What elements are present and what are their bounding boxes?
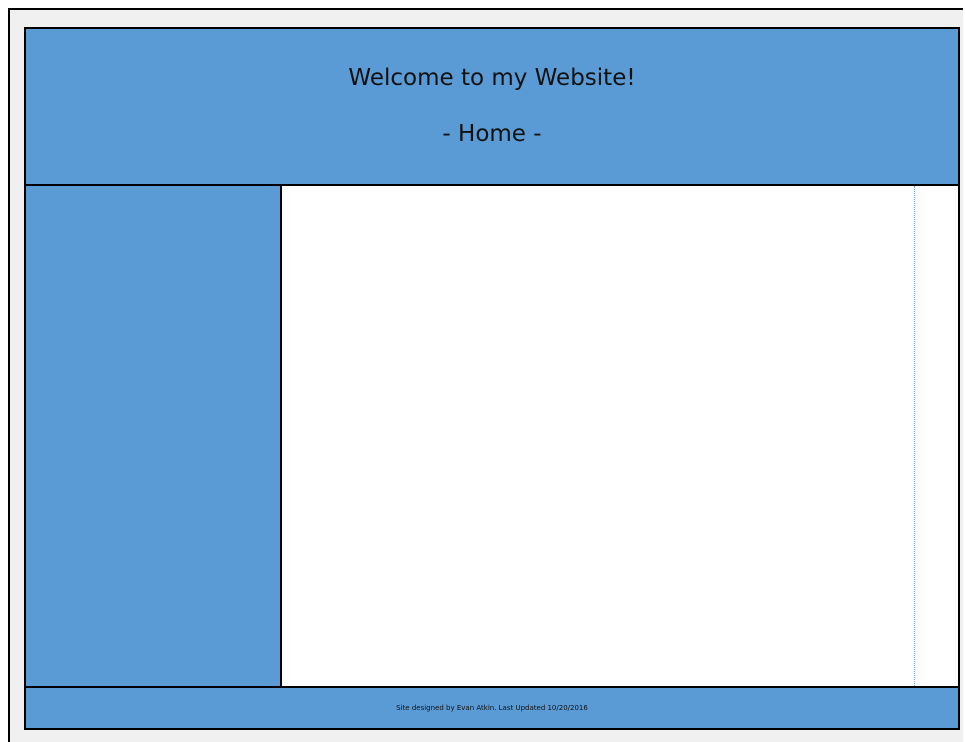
layout-guide-line <box>914 186 915 686</box>
website-page: Welcome to my Website! - Home - Site des… <box>24 27 960 730</box>
page-subtitle: - Home - <box>442 121 542 147</box>
footer-text: Site designed by Evan Atkin. Last Update… <box>396 704 588 712</box>
page-header: Welcome to my Website! - Home - <box>26 29 958 186</box>
sidebar <box>26 186 282 686</box>
main-content <box>282 186 958 686</box>
page-title: Welcome to my Website! <box>348 65 636 91</box>
page-footer: Site designed by Evan Atkin. Last Update… <box>26 686 958 728</box>
